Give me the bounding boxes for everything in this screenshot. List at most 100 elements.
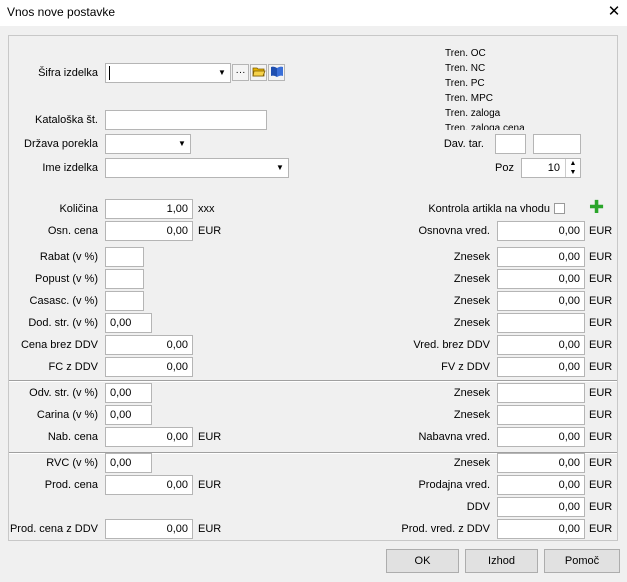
- nab-cena-label: Nab. cena: [47, 431, 98, 443]
- popust-input[interactable]: [105, 269, 144, 289]
- sifra-combobox[interactable]: ▼: [105, 63, 231, 83]
- chevron-down-icon[interactable]: ▼: [272, 159, 288, 177]
- znesek-carina-label: Znesek: [453, 409, 490, 421]
- znesek-dod-label: Znesek: [453, 317, 490, 329]
- znesek-rabat-label: Znesek: [453, 251, 490, 263]
- casasc-input[interactable]: [105, 291, 144, 311]
- osnovna-vred-label: Osnovna vred.: [418, 225, 490, 237]
- fc-z-ddv-input[interactable]: 0,00: [105, 357, 193, 377]
- cena-brez-ddv-label: Cena brez DDV: [20, 339, 98, 351]
- ok-button[interactable]: OK: [386, 549, 459, 573]
- prod-cena-ddv-currency: EUR: [198, 523, 222, 535]
- window-title: Vnos nove postavke: [7, 5, 116, 19]
- spin-up-icon[interactable]: ▲: [565, 159, 580, 168]
- znesek-rvc-input[interactable]: 0,00: [497, 453, 585, 473]
- rvc-label: RVC (v %): [46, 457, 98, 469]
- znesek-odv-input[interactable]: [497, 383, 585, 403]
- info-tren-nc: Tren. NC: [445, 63, 486, 74]
- vred-brez-ddv-input[interactable]: 0,00: [497, 335, 585, 355]
- info-tren-zaloga-cena: Tren. zaloga cena: [445, 123, 525, 130]
- casasc-label: Casasc. (v %): [29, 295, 98, 307]
- osn-cena-input[interactable]: 0,00: [105, 221, 193, 241]
- dod-str-input[interactable]: 0,00: [105, 313, 152, 333]
- kolicina-input[interactable]: 1,00: [105, 199, 193, 219]
- nab-cena-currency: EUR: [198, 431, 222, 443]
- znesek-rabat-input[interactable]: 0,00: [497, 247, 585, 267]
- znesek-dod-currency: EUR: [589, 317, 613, 329]
- kontrola-label: Kontrola artikla na vhodu: [428, 203, 550, 215]
- more-button[interactable]: ···: [232, 64, 249, 81]
- vred-brez-ddv-label: Vred. brez DDV: [413, 339, 490, 351]
- prod-cena-label: Prod. cena: [44, 479, 98, 491]
- osnovna-vred-currency: EUR: [589, 225, 613, 237]
- znesek-carina-currency: EUR: [589, 409, 613, 421]
- znesek-odv-label: Znesek: [453, 387, 490, 399]
- ime-label: Ime izdelka: [42, 162, 98, 174]
- odv-str-input[interactable]: 0,00: [105, 383, 152, 403]
- prodajna-vred-currency: EUR: [589, 479, 613, 491]
- prod-vred-ddv-label: Prod. vred. z DDV: [401, 523, 490, 535]
- znesek-popust-currency: EUR: [589, 273, 613, 285]
- znesek-rabat-currency: EUR: [589, 251, 613, 263]
- add-icon[interactable]: ✚: [589, 198, 604, 216]
- folder-open-icon[interactable]: [250, 64, 267, 81]
- dod-str-label: Dod. str. (v %): [28, 317, 98, 329]
- chevron-down-icon[interactable]: ▼: [174, 135, 190, 153]
- info-tren-oc: Tren. OC: [445, 48, 486, 59]
- info-tren-mpc: Tren. MPC: [445, 93, 493, 104]
- prod-vred-ddv-currency: EUR: [589, 523, 613, 535]
- nab-cena-input[interactable]: 0,00: [105, 427, 193, 447]
- fv-z-ddv-currency: EUR: [589, 361, 613, 373]
- znesek-rvc-currency: EUR: [589, 457, 613, 469]
- dav-tar-input-2[interactable]: [533, 134, 581, 154]
- prod-cena-currency: EUR: [198, 479, 222, 491]
- book-icon[interactable]: [268, 64, 285, 81]
- kataloska-label: Kataloška št.: [35, 114, 98, 126]
- title-bar: Vnos nove postavke ✕: [0, 0, 627, 26]
- dav-tar-input-1[interactable]: [495, 134, 526, 154]
- info-tren-pc: Tren. PC: [445, 78, 485, 89]
- nabavna-vred-currency: EUR: [589, 431, 613, 443]
- cena-brez-ddv-input[interactable]: 0,00: [105, 335, 193, 355]
- separator-1: [9, 380, 617, 382]
- nabavna-vred-label: Nabavna vred.: [418, 431, 490, 443]
- dav-tar-label: Dav. tar.: [443, 138, 484, 150]
- nabavna-vred-input[interactable]: 0,00: [497, 427, 585, 447]
- osn-cena-label: Osn. cena: [47, 225, 98, 237]
- sifra-label: Šifra izdelka: [38, 67, 98, 79]
- osnovna-vred-input[interactable]: 0,00: [497, 221, 585, 241]
- chevron-down-icon[interactable]: ▼: [214, 64, 230, 82]
- poz-stepper[interactable]: 10 ▲ ▼: [521, 158, 581, 178]
- prod-cena-ddv-input[interactable]: 0,00: [105, 519, 193, 539]
- pomoc-button[interactable]: Pomoč: [544, 549, 620, 573]
- znesek-popust-input[interactable]: 0,00: [497, 269, 585, 289]
- osn-cena-currency: EUR: [198, 225, 222, 237]
- izhod-button[interactable]: Izhod: [465, 549, 538, 573]
- kolicina-unit: xxx: [198, 203, 215, 215]
- spin-down-icon[interactable]: ▼: [565, 168, 580, 177]
- fv-z-ddv-input[interactable]: 0,00: [497, 357, 585, 377]
- znesek-casasc-currency: EUR: [589, 295, 613, 307]
- prod-cena-input[interactable]: 0,00: [105, 475, 193, 495]
- kataloska-input[interactable]: [105, 110, 267, 130]
- odv-str-label: Odv. str. (v %): [29, 387, 98, 399]
- znesek-carina-input[interactable]: [497, 405, 585, 425]
- poz-value: 10: [547, 162, 560, 174]
- poz-label: Poz: [495, 162, 514, 174]
- fv-z-ddv-label: FV z DDV: [441, 361, 490, 373]
- znesek-dod-input[interactable]: [497, 313, 585, 333]
- znesek-popust-label: Znesek: [453, 273, 490, 285]
- ime-select[interactable]: ▼: [105, 158, 289, 178]
- drzava-label: Država porekla: [24, 138, 98, 150]
- drzava-select[interactable]: ▼: [105, 134, 191, 154]
- ddv-input[interactable]: 0,00: [497, 497, 585, 517]
- rabat-input[interactable]: [105, 247, 144, 267]
- close-icon[interactable]: ✕: [604, 2, 624, 22]
- znesek-casasc-input[interactable]: 0,00: [497, 291, 585, 311]
- znesek-odv-currency: EUR: [589, 387, 613, 399]
- kontrola-checkbox[interactable]: [554, 203, 565, 214]
- carina-input[interactable]: 0,00: [105, 405, 152, 425]
- prodajna-vred-input[interactable]: 0,00: [497, 475, 585, 495]
- prod-vred-ddv-input[interactable]: 0,00: [497, 519, 585, 539]
- rvc-input[interactable]: 0,00: [105, 453, 152, 473]
